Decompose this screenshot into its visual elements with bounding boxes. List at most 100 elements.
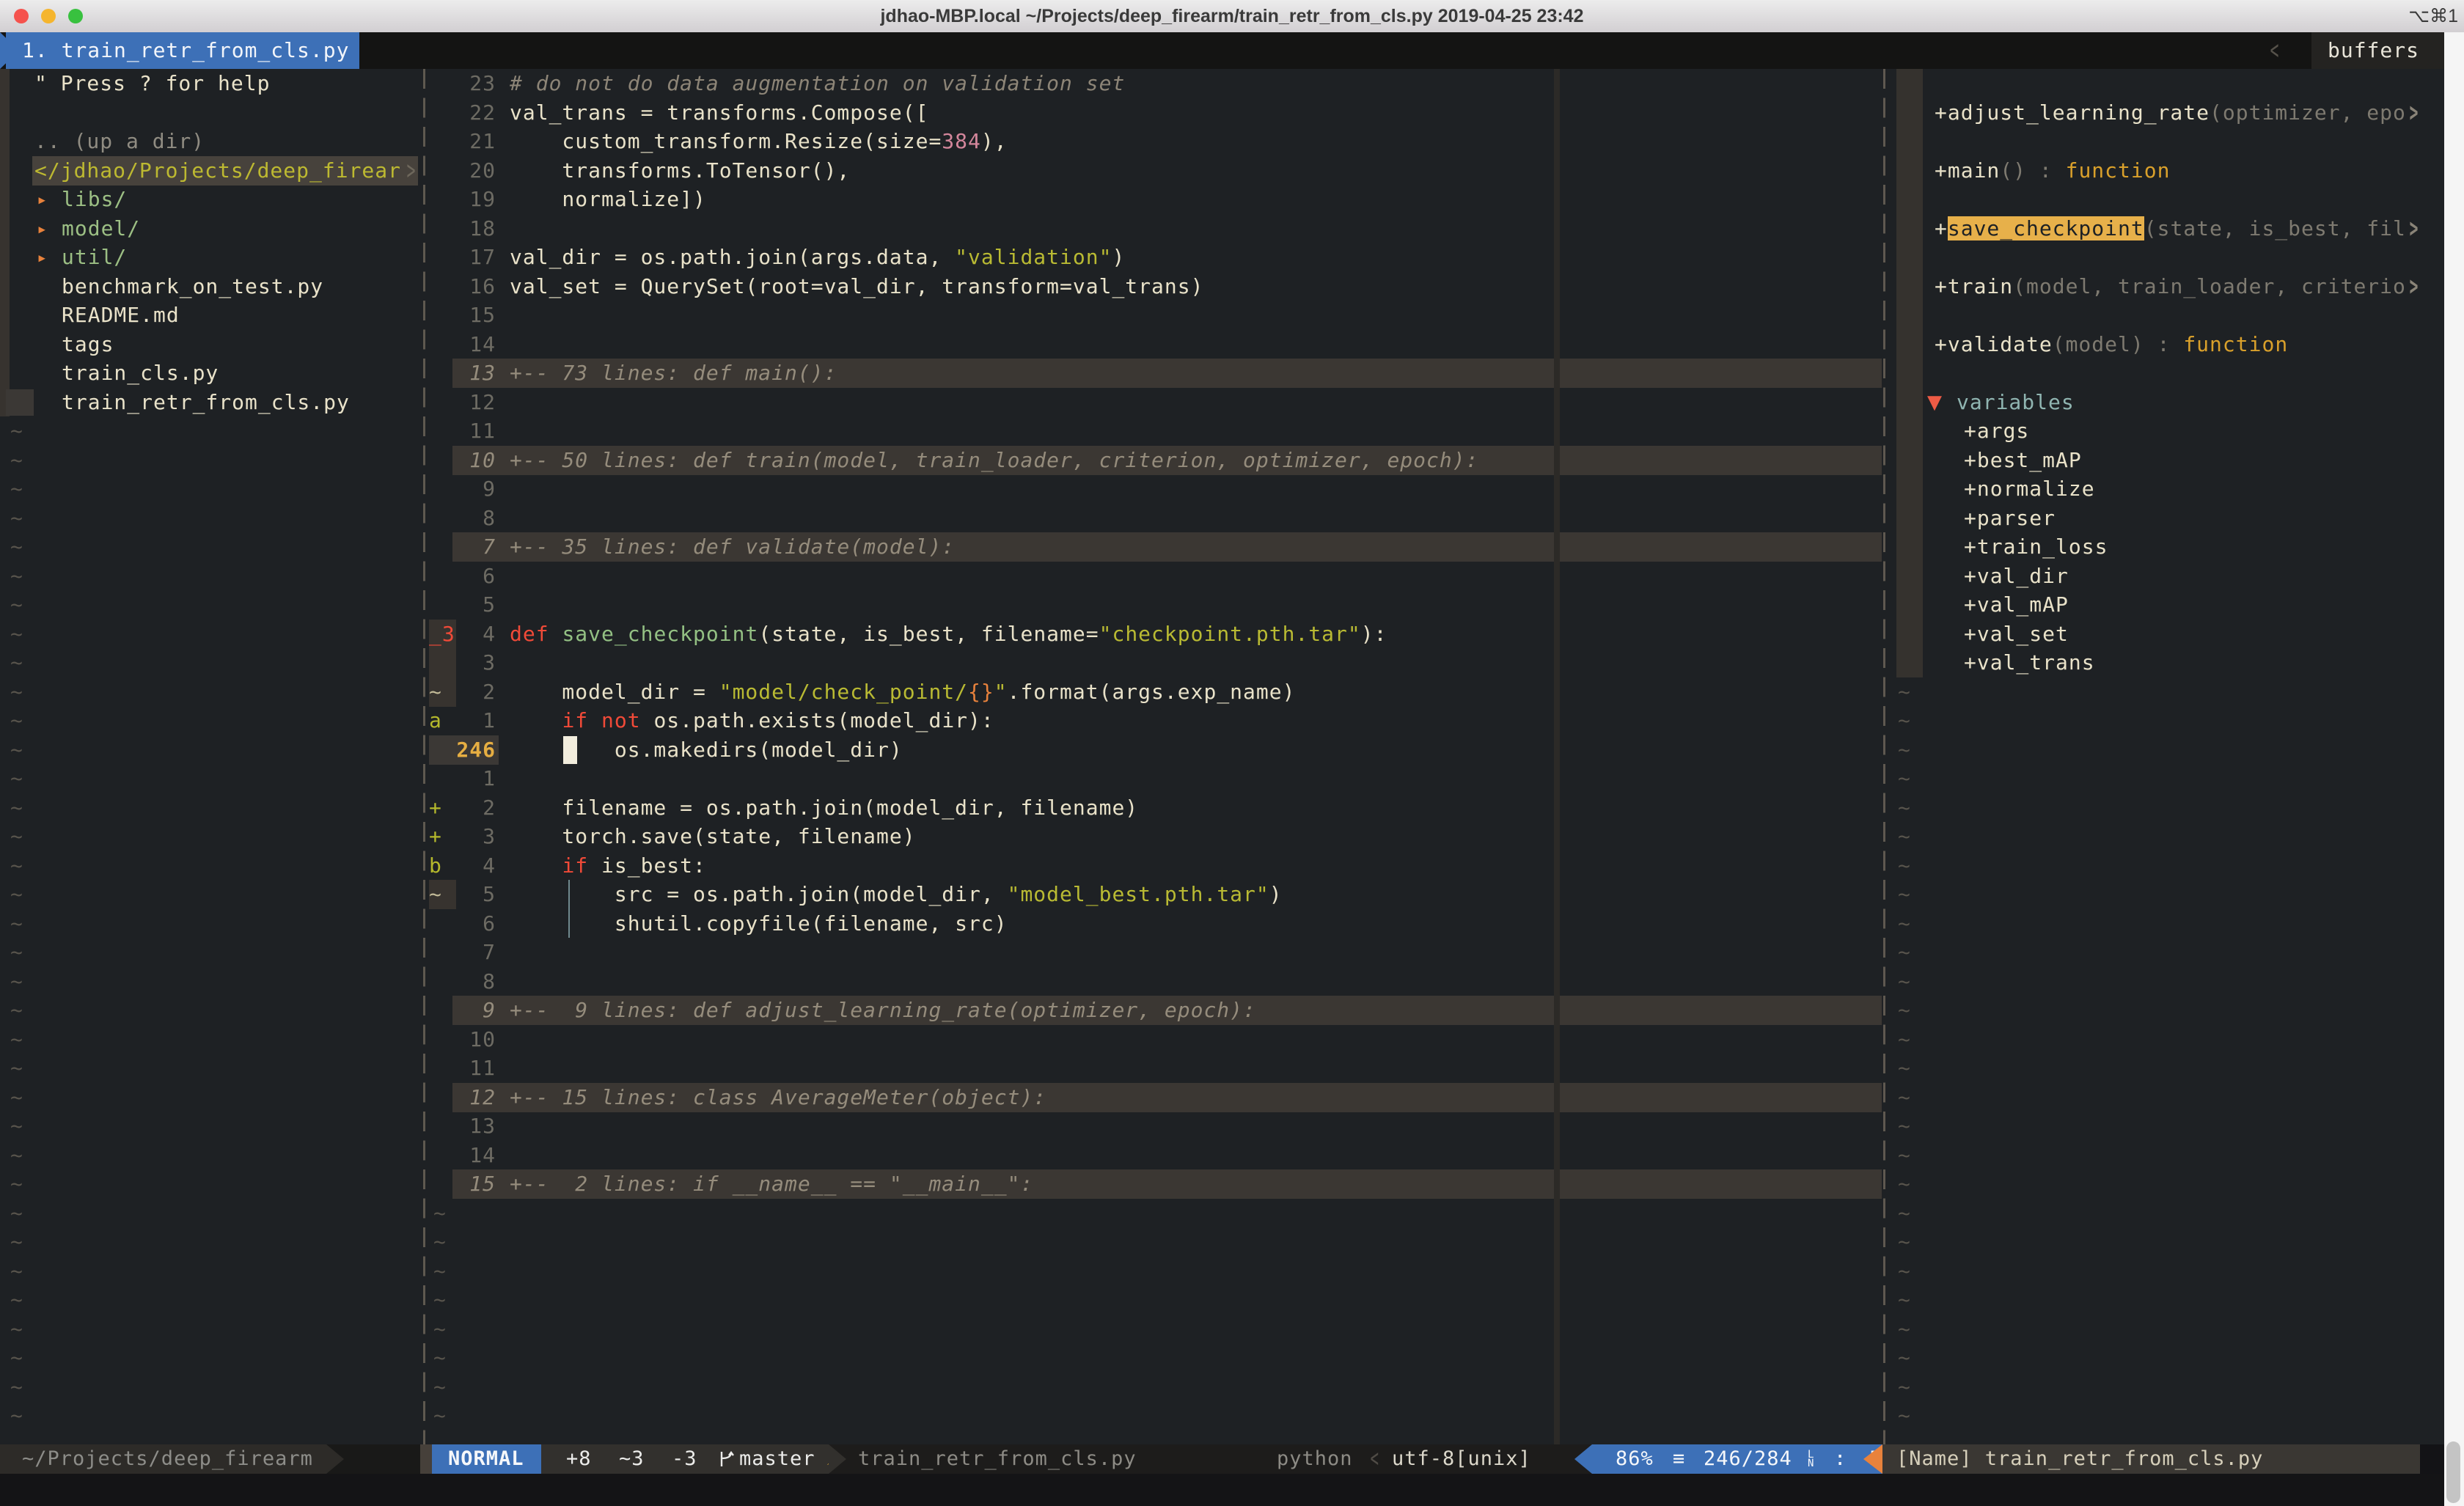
line-number: 6 — [439, 562, 496, 591]
tree-item[interactable]: train_cls.py — [62, 359, 219, 388]
tagbar-tilde: ~ — [1898, 1112, 1911, 1141]
code-line[interactable]: normalize]) — [510, 185, 706, 214]
tree-item[interactable]: model/ — [62, 214, 140, 243]
line-number: 22 — [439, 98, 496, 128]
code-line[interactable]: val_set = QuerySet(root=val_dir, transfo… — [510, 272, 1203, 301]
terminal-window: jdhao-MBP.local ~/Projects/deep_firearm/… — [0, 0, 2464, 1506]
fold-line[interactable]: +-- 50 lines: def train(model, train_loa… — [510, 446, 1478, 475]
token — [549, 622, 562, 646]
tag-item[interactable]: +val_dir — [1964, 562, 2069, 591]
code-line[interactable]: # do not do data augmentation on validat… — [510, 69, 1125, 98]
tree-item[interactable]: " Press ? for help — [34, 69, 270, 98]
git-added-count: +8 — [566, 1444, 592, 1474]
nerdtree-tilde: ~ — [10, 446, 23, 475]
code-line[interactable]: filename = os.path.join(model_dir, filen… — [510, 793, 1138, 823]
token: +train_loss — [1964, 535, 2108, 559]
token: tags — [62, 332, 114, 356]
tree-item[interactable]: </jdhao/Projects/deep_firear — [34, 156, 401, 186]
code-line[interactable]: torch.save(state, filename) — [510, 822, 916, 851]
line-number: 16 — [439, 272, 496, 301]
token: " Press ? for help — [34, 71, 270, 95]
token: "model_best.pth.tar" — [1008, 882, 1269, 906]
token: val_set = QuerySet(root=val_dir, transfo… — [510, 274, 1203, 298]
token: +train — [1935, 274, 2013, 298]
tag-item[interactable]: +train_loss — [1964, 532, 2108, 562]
code-line[interactable]: val_trans = transforms.Compose([ — [510, 98, 928, 128]
scrollbar-track[interactable] — [2444, 32, 2464, 1506]
code-line[interactable]: shutil.copyfile(filename, src) — [510, 909, 1008, 939]
powerline-arrow-left-icon — [1574, 1444, 1592, 1474]
line-number: 1 — [439, 706, 496, 735]
tag-item[interactable]: variables — [1957, 388, 2075, 417]
tagbar-tilde: ~ — [1898, 677, 1911, 707]
code-line[interactable]: transforms.ToTensor(), — [510, 156, 850, 186]
code-line[interactable]: src = os.path.join(model_dir, "model_bes… — [510, 880, 1283, 909]
fold-open-triangle-icon: ▼ — [1927, 388, 1942, 417]
buffer-tilde: ~ — [433, 1373, 447, 1402]
token: os.path.exists(model_dir): — [641, 708, 994, 732]
tagbar-tilde: ~ — [1898, 1199, 1911, 1228]
token: function — [2183, 332, 2288, 356]
chevron-left-icon: < — [2270, 27, 2280, 75]
token: "checkpoint.pth.tar" — [1099, 622, 1361, 646]
code-line[interactable]: if is_best: — [510, 851, 706, 881]
token: +-- 9 lines: def adjust_learning_rate(op… — [510, 998, 1256, 1022]
tagbar-tilde: ~ — [1898, 1373, 1911, 1402]
fold-line[interactable]: +-- 9 lines: def adjust_learning_rate(op… — [510, 996, 1256, 1025]
tag-item[interactable]: +val_trans — [1964, 648, 2095, 677]
tagbar-statusline-name: [Name] train_retr_from_cls.py — [1896, 1444, 2263, 1474]
tree-item[interactable]: tags — [62, 330, 114, 359]
fold-line[interactable]: +-- 2 lines: if __name__ == "__main__": — [510, 1169, 1033, 1199]
window-separator-right[interactable] — [1883, 69, 1885, 1444]
line-number: 246 — [439, 735, 496, 765]
tree-item[interactable]: libs/ — [62, 185, 127, 214]
tag-item[interactable]: +val_mAP — [1964, 590, 2069, 620]
tag-item[interactable]: +best_mAP — [1964, 446, 2082, 475]
token: val_trans = transforms.Compose([ — [510, 100, 928, 125]
tag-item[interactable]: +args — [1964, 416, 2029, 446]
window-title: jdhao-MBP.local ~/Projects/deep_firearm/… — [0, 0, 2464, 32]
nerdtree-tilde: ~ — [10, 967, 23, 996]
line-number: 20 — [439, 156, 496, 186]
code-line[interactable]: model_dir = "model/check_point/{}".forma… — [510, 677, 1295, 707]
tree-item[interactable]: README.md — [62, 301, 180, 330]
tab-train-retr-from-cls[interactable]: 1. train_retr_from_cls.py — [6, 32, 359, 69]
token: model/ — [62, 216, 140, 240]
window-separator-left[interactable] — [423, 69, 425, 1444]
tree-item[interactable]: train_retr_from_cls.py — [62, 388, 350, 417]
token: {} — [968, 680, 994, 704]
tree-item[interactable]: .. (up a dir) — [34, 127, 205, 156]
token — [588, 708, 601, 732]
fold-line[interactable]: +-- 15 lines: class AverageMeter(object)… — [510, 1083, 1046, 1112]
vim-command-line[interactable] — [0, 1474, 2444, 1506]
line-number: 14 — [439, 1141, 496, 1170]
line-number: 19 — [439, 185, 496, 214]
fold-line[interactable]: +-- 35 lines: def validate(model): — [510, 532, 955, 562]
nerdtree-tilde: ~ — [10, 909, 23, 939]
tag-item[interactable]: +main() : function — [1935, 156, 2170, 186]
code-line[interactable]: def save_checkpoint(state, is_best, file… — [510, 620, 1387, 649]
scrollbar-thumb[interactable] — [2446, 1441, 2460, 1503]
code-line[interactable]: val_dir = os.path.join(args.data, "valid… — [510, 243, 1125, 272]
buffers-label[interactable]: buffers — [2311, 32, 2444, 69]
tree-item[interactable]: util/ — [62, 243, 127, 272]
nerdtree-tilde: ~ — [10, 1401, 23, 1430]
tag-item[interactable]: +adjust_learning_rate(optimizer, epo — [1935, 98, 2406, 128]
tree-item[interactable]: benchmark_on_test.py — [62, 272, 323, 301]
tag-item[interactable]: +save_checkpoint(state, is_best, fil — [1935, 214, 2406, 243]
code-line[interactable]: if not os.path.exists(model_dir): — [510, 706, 994, 735]
tag-item[interactable]: +normalize — [1964, 474, 2095, 504]
tag-item[interactable]: +train(model, train_loader, criterio — [1935, 272, 2406, 301]
token: () — [2000, 158, 2026, 183]
token: +parser — [1964, 506, 2056, 530]
dir-arrow-icon: ▸ — [37, 185, 48, 214]
code-line[interactable]: custom_transform.Resize(size=384), — [510, 127, 1008, 156]
tag-item[interactable]: +parser — [1964, 504, 2056, 533]
tab-arrow-icon — [0, 32, 19, 69]
fold-line[interactable]: +-- 73 lines: def main(): — [510, 359, 837, 388]
tagbar-tilde: ~ — [1898, 1083, 1911, 1112]
tag-item[interactable]: +val_set — [1964, 620, 2069, 649]
tag-item[interactable]: +validate(model) : function — [1935, 330, 2288, 359]
token: train_retr_from_cls.py — [62, 390, 350, 414]
line-number: 7 — [439, 532, 496, 562]
